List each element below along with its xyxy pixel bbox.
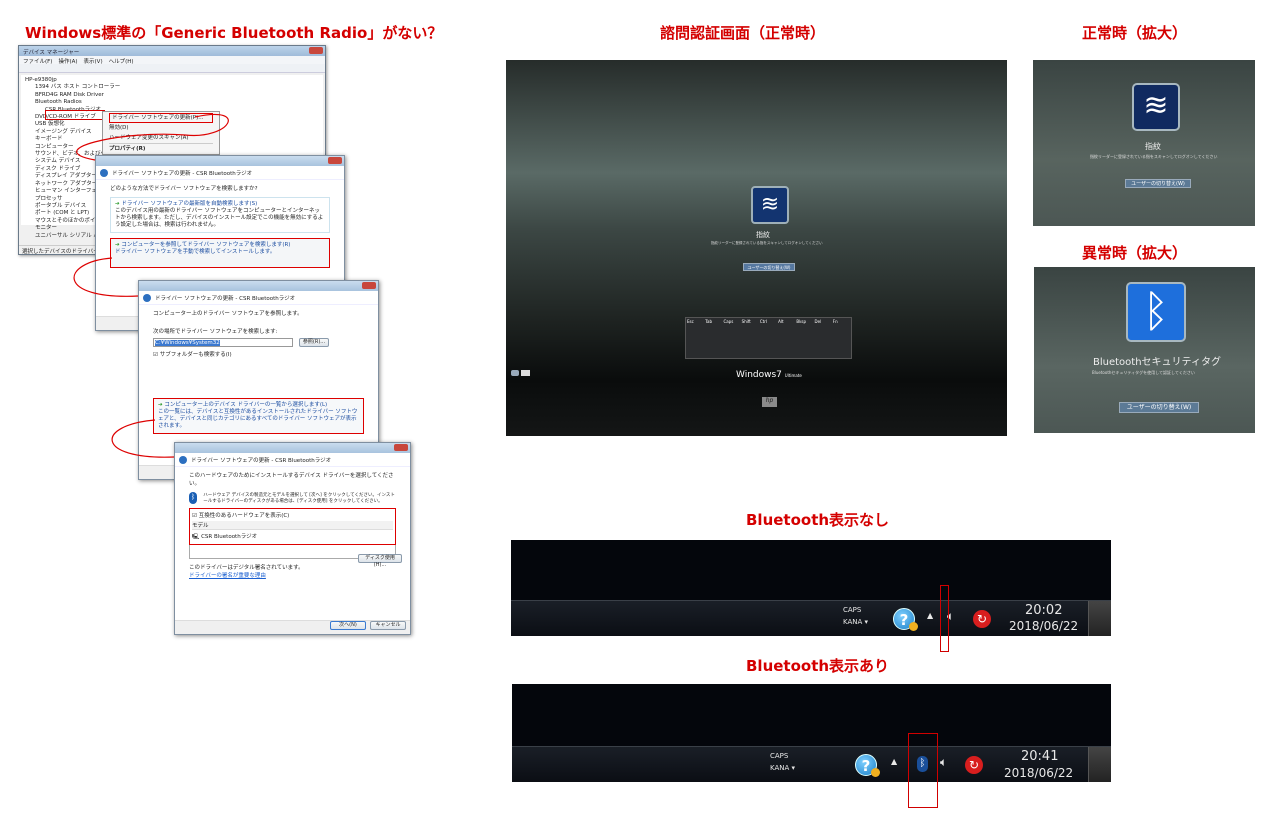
heading-tray-without: Bluetooth表示なし xyxy=(746,511,890,529)
key-fn[interactable]: Fn xyxy=(833,319,850,357)
credential-hint: Bluetoothセキュリティタグを使用して認証してください xyxy=(1092,370,1195,375)
kana-indicator[interactable]: KANA ▾ xyxy=(843,618,868,626)
heading-tray-with: Bluetooth表示あり xyxy=(746,657,890,675)
security-app-icon[interactable]: ↻ xyxy=(973,610,991,628)
help-icon[interactable]: ? xyxy=(893,608,918,631)
heading-abnormal-zoom: 異常時（拡大） xyxy=(1082,244,1188,262)
show-hidden-icons-arrow[interactable]: ▲ xyxy=(891,757,897,766)
clock-time[interactable]: 20:02 xyxy=(1025,603,1062,618)
taskbar-with-bluetooth: CAPS KANA ▾ ? ▲ ᛒ 🔈︎ ↻ 20:41 2018/06/22 xyxy=(512,684,1111,782)
switch-user-button[interactable]: ユーザーの切り替え(W) xyxy=(1119,402,1199,413)
key-caps[interactable]: Caps xyxy=(723,319,740,357)
show-desktop-button[interactable] xyxy=(1088,601,1111,636)
logon-screen-photo: ≋ 指紋 指紋リーダーに登録されている指をスキャンしてログオンしてください ユー… xyxy=(506,60,1007,436)
abnormal-logon-zoom: ᛒ Bluetoothセキュリティタグ Bluetoothセキュリティタグを使用… xyxy=(1034,267,1255,433)
credential-hint: 指紋リーダーに登録されている指をスキャンしてログオンしてください xyxy=(711,241,823,245)
key-alt[interactable]: Alt xyxy=(778,319,795,357)
windows-logo: Windows7 Ultimate xyxy=(736,370,802,380)
heading-center: 諮問認証画面（正常時） xyxy=(660,24,826,42)
key-shift[interactable]: Shift xyxy=(742,319,759,357)
key-esc[interactable]: Esc xyxy=(687,319,704,357)
ease-of-access-icon[interactable] xyxy=(511,370,519,376)
hp-logo: hp xyxy=(762,397,777,407)
heading-normal-zoom: 正常時（拡大） xyxy=(1082,24,1188,42)
key-bksp[interactable]: Bksp xyxy=(796,319,813,357)
clock-time[interactable]: 20:41 xyxy=(1021,749,1058,764)
normal-logon-zoom: ≋ 指紋 指紋リーダーに登録されている指をスキャンしてログオンしてください ユー… xyxy=(1033,60,1255,226)
fingerprint-icon: ≋ xyxy=(1132,83,1180,131)
show-hidden-icons-arrow[interactable]: ▲ xyxy=(927,611,933,620)
switch-user-button[interactable]: ユーザーの切り替え(W) xyxy=(743,263,795,271)
credential-label: Bluetoothセキュリティタグ xyxy=(1093,357,1221,368)
highlight-missing-bluetooth xyxy=(940,585,949,652)
key-ctrl[interactable]: Ctrl xyxy=(760,319,777,357)
key-tab[interactable]: Tab xyxy=(705,319,722,357)
bluetooth-icon: ᛒ xyxy=(1126,282,1186,342)
taskbar-without-bluetooth: CAPS KANA ▾ ? ▲ 🔈︎ ↻ 20:02 2018/06/22 xyxy=(511,540,1111,636)
switch-user-button[interactable]: ユーザーの切り替え(W) xyxy=(1125,179,1191,188)
help-icon[interactable]: ? xyxy=(855,754,880,777)
keyboard-toggle-icon[interactable] xyxy=(521,370,530,376)
caps-indicator: CAPS xyxy=(843,606,862,614)
caps-indicator: CAPS xyxy=(770,752,789,760)
credential-label: 指紋 xyxy=(1145,142,1161,151)
flow-arrows xyxy=(73,113,229,458)
highlight-bluetooth-icon xyxy=(908,733,938,808)
clock-date[interactable]: 2018/06/22 xyxy=(1009,619,1078,633)
kana-indicator[interactable]: KANA ▾ xyxy=(770,764,795,772)
credential-hint: 指紋リーダーに登録されている指をスキャンしてログオンしてください xyxy=(1090,154,1218,159)
fingerprint-icon: ≋ xyxy=(751,186,789,224)
show-desktop-button[interactable] xyxy=(1088,747,1111,782)
volume-icon[interactable]: 🔈︎ xyxy=(940,755,947,770)
credential-label: 指紋 xyxy=(756,231,770,239)
security-app-icon[interactable]: ↻ xyxy=(965,756,983,774)
clock-date[interactable]: 2018/06/22 xyxy=(1004,766,1073,780)
on-screen-keyboard[interactable]: Esc Tab Caps Shift Ctrl Alt Bksp Del Fn xyxy=(685,317,852,359)
key-del[interactable]: Del xyxy=(815,319,832,357)
